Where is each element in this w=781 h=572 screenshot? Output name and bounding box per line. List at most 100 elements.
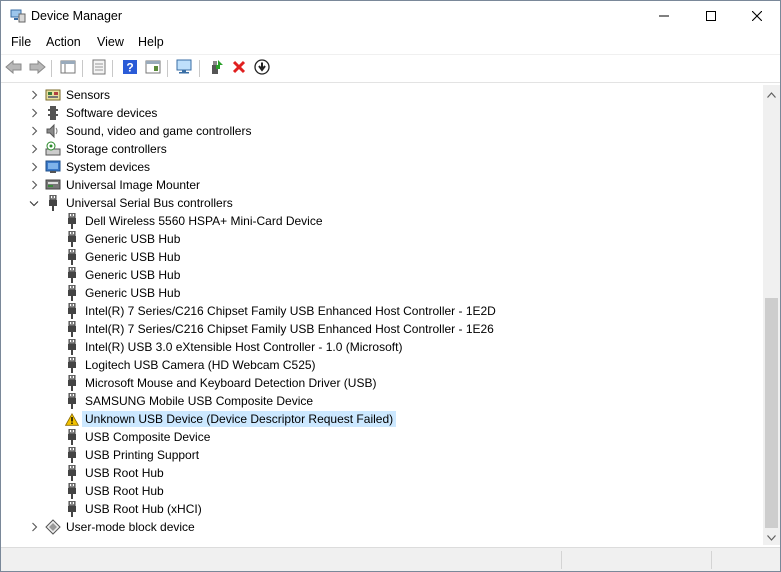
device-label: Microsoft Mouse and Keyboard Detection D… [85, 376, 377, 390]
category-label: Sensors [66, 88, 111, 102]
device-row[interactable]: Microsoft Mouse and Keyboard Detection D… [1, 374, 763, 392]
device-label: USB Root Hub (xHCI) [85, 502, 202, 516]
menu-action[interactable]: Action [46, 35, 81, 49]
menu-file[interactable]: File [11, 35, 31, 49]
device-label: USB Composite Device [85, 430, 211, 444]
category-row[interactable]: Sensors [1, 86, 763, 104]
usb-plug-icon [64, 465, 80, 481]
toolbar-separator [112, 60, 113, 77]
device-row[interactable]: Generic USB Hub [1, 266, 763, 284]
device-label: SAMSUNG Mobile USB Composite Device [85, 394, 314, 408]
forward-button[interactable] [27, 58, 47, 78]
device-row[interactable]: Generic USB Hub [1, 284, 763, 302]
usb-plug-icon [64, 375, 80, 391]
menu-bar: File Action View Help [1, 32, 780, 53]
storage-controller-icon [45, 141, 61, 157]
view-panel-button[interactable] [143, 58, 163, 78]
update-driver-icon [92, 59, 106, 78]
device-row[interactable]: Intel(R) 7 Series/C216 Chipset Family US… [1, 320, 763, 338]
uninstall-device-icon [232, 60, 246, 77]
update-driver-button[interactable] [206, 58, 226, 78]
toolbar-separator [51, 60, 52, 77]
minimize-icon [659, 10, 669, 24]
device-row[interactable]: Logitech USB Camera (HD Webcam C525) [1, 356, 763, 374]
device-label: Unknown USB Device (Device Descriptor Re… [81, 411, 397, 427]
category-row[interactable]: Software devices [1, 104, 763, 122]
title-bar[interactable]: Device Manager [1, 1, 780, 32]
chevron-right-icon[interactable] [27, 141, 41, 157]
device-row[interactable]: USB Composite Device [1, 428, 763, 446]
usb-plug-icon [64, 321, 80, 337]
device-row[interactable]: Dell Wireless 5560 HSPA+ Mini-Card Devic… [1, 212, 763, 230]
category-row[interactable]: Storage controllers [1, 140, 763, 158]
scroll-down-button[interactable] [763, 528, 780, 545]
chevron-right-icon[interactable] [27, 519, 41, 535]
category-label: Storage controllers [66, 142, 167, 156]
sensors-icon [45, 87, 61, 103]
show-hide-console-tree-button[interactable] [58, 58, 78, 78]
device-row[interactable]: USB Root Hub [1, 464, 763, 482]
back-button[interactable] [4, 58, 24, 78]
category-label: Sound, video and game controllers [66, 124, 252, 138]
menu-view[interactable]: View [97, 35, 124, 49]
uninstall-device-button[interactable] [229, 58, 249, 78]
usb-plug-icon [64, 339, 80, 355]
device-manager-app-icon [10, 9, 26, 23]
usb-plug-icon [64, 501, 80, 517]
device-row[interactable]: USB Root Hub [1, 482, 763, 500]
toolbar-separator [167, 60, 168, 77]
device-row[interactable]: Intel(R) 7 Series/C216 Chipset Family US… [1, 302, 763, 320]
device-row[interactable]: USB Root Hub (xHCI) [1, 500, 763, 518]
chevron-right-icon[interactable] [27, 87, 41, 103]
category-row[interactable]: System devices [1, 158, 763, 176]
forward-arrow-icon [28, 59, 46, 77]
properties-button[interactable] [89, 58, 109, 78]
device-label: Dell Wireless 5560 HSPA+ Mini-Card Devic… [85, 214, 323, 228]
category-row[interactable]: Sound, video and game controllers [1, 122, 763, 140]
device-row[interactable]: SAMSUNG Mobile USB Composite Device [1, 392, 763, 410]
software-device-icon [45, 105, 61, 121]
chevron-right-icon[interactable] [27, 123, 41, 139]
device-row[interactable]: Intel(R) USB 3.0 eXtensible Host Control… [1, 338, 763, 356]
scan-hardware-button[interactable] [175, 58, 195, 78]
category-label: User-mode block device [66, 520, 195, 534]
category-row[interactable]: User-mode block device [1, 518, 763, 536]
usb-plug-icon [64, 483, 80, 499]
chevron-right-icon[interactable] [27, 177, 41, 193]
device-tree[interactable]: Sensors Software devices Sound, video and … [1, 85, 763, 545]
help-button[interactable]: ? [120, 58, 140, 78]
category-label: Software devices [66, 106, 158, 120]
vertical-scrollbar[interactable] [763, 85, 780, 545]
chevron-down-icon [767, 530, 776, 544]
toolbar-separator [82, 60, 83, 77]
device-label: USB Root Hub [85, 484, 164, 498]
menu-help[interactable]: Help [138, 35, 164, 49]
device-label: Generic USB Hub [85, 286, 181, 300]
disable-device-button[interactable] [252, 58, 272, 78]
device-row[interactable]: Generic USB Hub [1, 248, 763, 266]
device-label: USB Printing Support [85, 448, 200, 462]
chevron-right-icon[interactable] [27, 159, 41, 175]
device-label: Generic USB Hub [85, 250, 181, 264]
close-button[interactable] [734, 1, 780, 32]
device-row[interactable]: Generic USB Hub [1, 230, 763, 248]
usb-plug-icon [64, 303, 80, 319]
chevron-down-icon[interactable] [27, 195, 41, 211]
warning-icon [64, 411, 80, 427]
category-row[interactable]: Universal Image Mounter [1, 176, 763, 194]
scroll-up-button[interactable] [763, 85, 780, 102]
maximize-button[interactable] [688, 1, 734, 32]
scrollbar-thumb[interactable] [765, 298, 778, 528]
device-row-unknown-usb[interactable]: Unknown USB Device (Device Descriptor Re… [1, 410, 763, 428]
properties-list-icon [60, 60, 76, 77]
minimize-button[interactable] [641, 1, 687, 32]
maximize-icon [706, 10, 716, 24]
category-row-usb-controllers[interactable]: Universal Serial Bus controllers [1, 194, 763, 212]
category-label: System devices [66, 160, 151, 174]
system-device-icon [45, 159, 61, 175]
usb-plug-icon [64, 267, 80, 283]
usb-plug-icon [45, 195, 61, 211]
chevron-right-icon[interactable] [27, 105, 41, 121]
device-label: Logitech USB Camera (HD Webcam C525) [85, 358, 316, 372]
device-row[interactable]: USB Printing Support [1, 446, 763, 464]
